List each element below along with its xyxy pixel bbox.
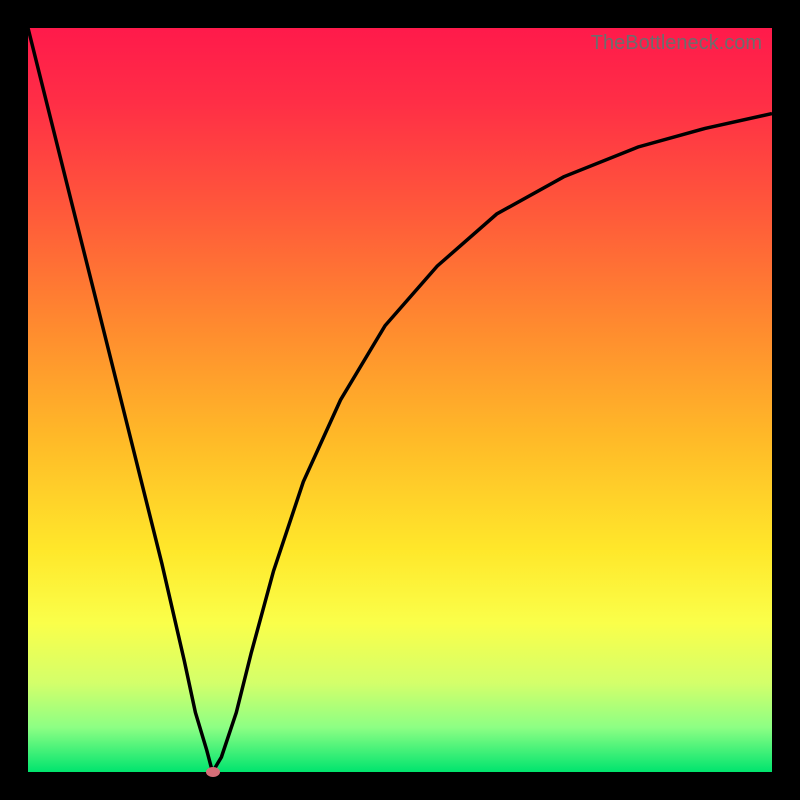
optimal-point-marker (206, 767, 220, 777)
curve-path (28, 28, 772, 772)
plot-area: TheBottleneck.com (28, 28, 772, 772)
bottleneck-curve (28, 28, 772, 772)
chart-frame: TheBottleneck.com (0, 0, 800, 800)
